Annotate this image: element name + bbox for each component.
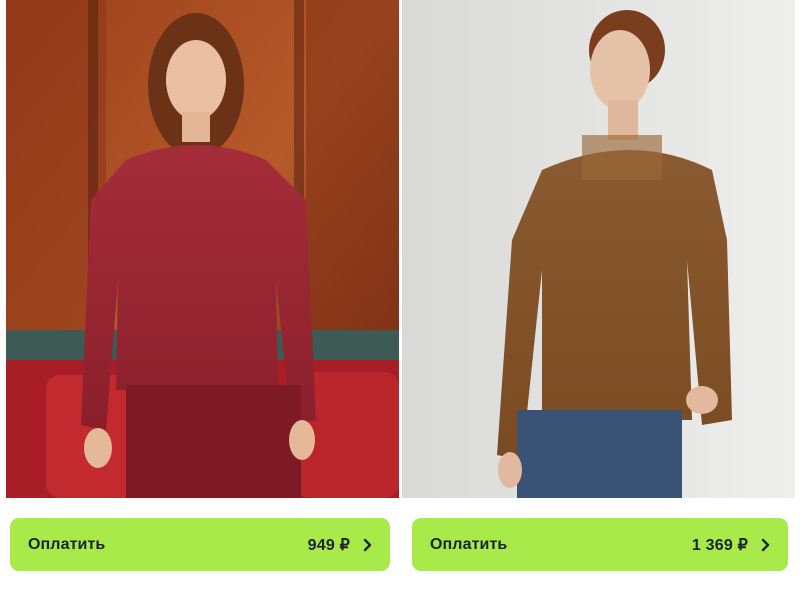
model-photo-icon: [6, 0, 399, 498]
price-label: 949 ₽: [307, 536, 350, 554]
chevron-right-icon: [362, 538, 372, 552]
pay-button-burgundy-top[interactable]: Оплатить 949 ₽: [10, 518, 390, 571]
pay-button-label: Оплатить: [28, 535, 106, 553]
price-label: 1 369 ₽: [691, 536, 748, 554]
pay-button-brown-top[interactable]: Оплатить 1 369 ₽: [412, 518, 788, 571]
model-photo-icon: [402, 0, 795, 498]
chevron-right-icon: [760, 538, 770, 552]
pay-button-label: Оплатить: [430, 535, 508, 553]
product-image-burgundy-top[interactable]: [6, 0, 399, 498]
product-image-brown-top[interactable]: [402, 0, 795, 498]
